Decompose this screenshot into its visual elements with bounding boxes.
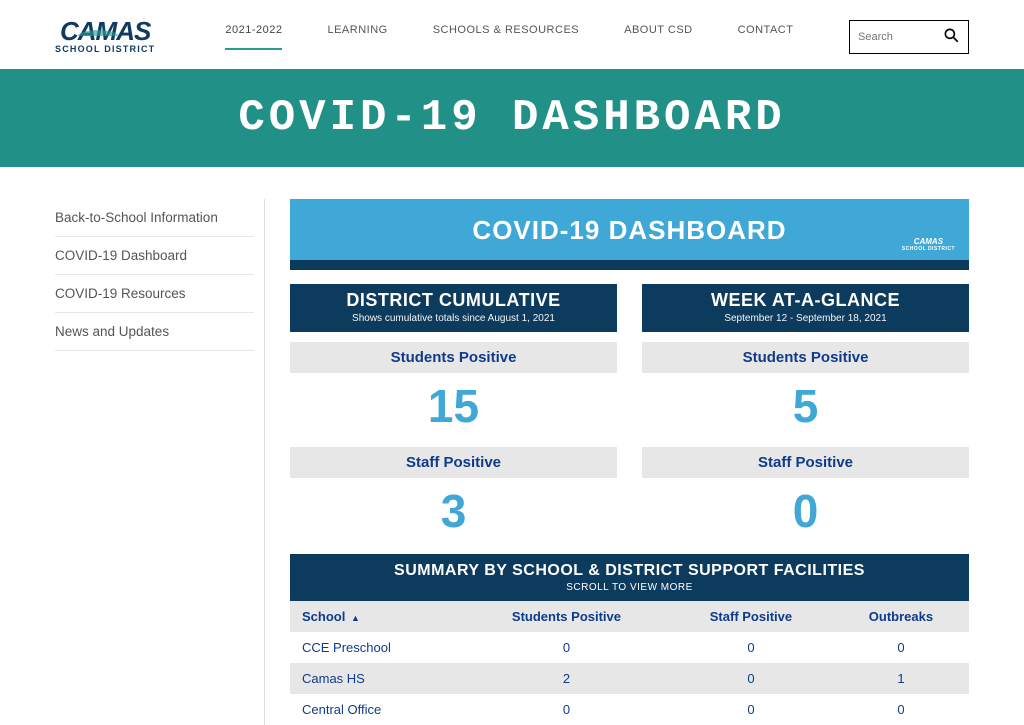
summary-title: SUMMARY BY SCHOOL & DISTRICT SUPPORT FAC… — [290, 562, 969, 580]
dashboard-header-logo-sub: SCHOOL DISTRICT — [902, 246, 955, 252]
metric-staff-positive-value: 3 — [290, 478, 617, 542]
sidebar-item-covid-dashboard[interactable]: COVID-19 Dashboard — [55, 237, 254, 275]
sidebar-item-news-updates[interactable]: News and Updates — [55, 313, 254, 351]
dashboard-header-logo-main: CAMAS — [914, 237, 943, 246]
sidebar-nav: Back-to-School Information COVID-19 Dash… — [55, 199, 265, 725]
metric-staff-positive-label: Staff Positive — [290, 447, 617, 478]
col-school[interactable]: School ▲ — [290, 601, 464, 632]
nav-item-contact[interactable]: CONTACT — [738, 24, 794, 50]
sort-asc-icon: ▲ — [351, 613, 360, 623]
metric-students-positive-value: 15 — [290, 373, 617, 437]
search-box[interactable] — [849, 20, 969, 54]
nav-item-learning[interactable]: LEARNING — [327, 24, 387, 50]
cell-outbreaks: 1 — [833, 663, 969, 694]
week-glance-head: WEEK AT-A-GLANCE September 12 - Septembe… — [642, 284, 969, 332]
col-staff-positive[interactable]: Staff Positive — [669, 601, 833, 632]
summary-table: School ▲ Students Positive Staff Positiv… — [290, 601, 969, 725]
col-outbreaks[interactable]: Outbreaks — [833, 601, 969, 632]
metric-students-positive-week-value: 5 — [642, 373, 969, 437]
metric-students-positive-week-label: Students Positive — [642, 342, 969, 373]
cell-students: 0 — [464, 632, 669, 663]
summary-header: SUMMARY BY SCHOOL & DISTRICT SUPPORT FAC… — [290, 554, 969, 601]
cell-school: Camas HS — [290, 663, 464, 694]
dashboard-header-title: COVID-19 DASHBOARD — [472, 215, 786, 246]
dashboard-header-logo: CAMAS SCHOOL DISTRICT — [902, 237, 955, 252]
week-glance-subtitle: September 12 - September 18, 2021 — [642, 313, 969, 324]
nav-item-about[interactable]: ABOUT CSD — [624, 24, 692, 50]
dashboard-header-accent — [290, 260, 969, 270]
district-cumulative-head: DISTRICT CUMULATIVE Shows cumulative tot… — [290, 284, 617, 332]
site-header: CAMAS SCHOOL DISTRICT 2021-2022 LEARNING… — [0, 0, 1024, 69]
cell-outbreaks: 0 — [833, 632, 969, 663]
metric-staff-positive-week-label: Staff Positive — [642, 447, 969, 478]
primary-nav: 2021-2022 LEARNING SCHOOLS & RESOURCES A… — [225, 24, 819, 50]
metric-staff-positive-week-value: 0 — [642, 478, 969, 542]
search-input[interactable] — [858, 31, 942, 43]
sidebar-item-covid-resources[interactable]: COVID-19 Resources — [55, 275, 254, 313]
cell-students: 0 — [464, 694, 669, 725]
dashboard-content: COVID-19 DASHBOARD CAMAS SCHOOL DISTRICT… — [290, 199, 969, 725]
hero-banner: COVID-19 DASHBOARD — [0, 69, 1024, 167]
sidebar-item-back-to-school[interactable]: Back-to-School Information — [55, 199, 254, 237]
district-cumulative-title: DISTRICT CUMULATIVE — [290, 290, 617, 311]
district-cumulative-column: DISTRICT CUMULATIVE Shows cumulative tot… — [290, 284, 617, 542]
table-row: Camas HS 2 0 1 — [290, 663, 969, 694]
cell-staff: 0 — [669, 694, 833, 725]
page-title: COVID-19 DASHBOARD — [238, 93, 785, 143]
week-glance-column: WEEK AT-A-GLANCE September 12 - Septembe… — [642, 284, 969, 542]
nav-item-year[interactable]: 2021-2022 — [225, 24, 282, 50]
summary-subtitle: SCROLL TO VIEW MORE — [290, 582, 969, 593]
table-row: CCE Preschool 0 0 0 — [290, 632, 969, 663]
dashboard-header: COVID-19 DASHBOARD CAMAS SCHOOL DISTRICT — [290, 199, 969, 260]
cell-school: Central Office — [290, 694, 464, 725]
col-school-label: School — [302, 609, 345, 624]
site-logo[interactable]: CAMAS SCHOOL DISTRICT — [55, 20, 155, 54]
cell-staff: 0 — [669, 663, 833, 694]
table-row: Central Office 0 0 0 — [290, 694, 969, 725]
cell-outbreaks: 0 — [833, 694, 969, 725]
cell-school: CCE Preschool — [290, 632, 464, 663]
cell-students: 2 — [464, 663, 669, 694]
stats-row: DISTRICT CUMULATIVE Shows cumulative tot… — [290, 284, 969, 542]
metric-students-positive-label: Students Positive — [290, 342, 617, 373]
nav-item-schools-resources[interactable]: SCHOOLS & RESOURCES — [433, 24, 579, 50]
week-glance-title: WEEK AT-A-GLANCE — [642, 290, 969, 311]
search-icon[interactable] — [942, 26, 960, 49]
main-layout: Back-to-School Information COVID-19 Dash… — [0, 167, 1024, 725]
cell-staff: 0 — [669, 632, 833, 663]
logo-main-text: CAMAS — [60, 20, 150, 42]
district-cumulative-subtitle: Shows cumulative totals since August 1, … — [290, 313, 617, 324]
col-students-positive[interactable]: Students Positive — [464, 601, 669, 632]
table-header-row: School ▲ Students Positive Staff Positiv… — [290, 601, 969, 632]
